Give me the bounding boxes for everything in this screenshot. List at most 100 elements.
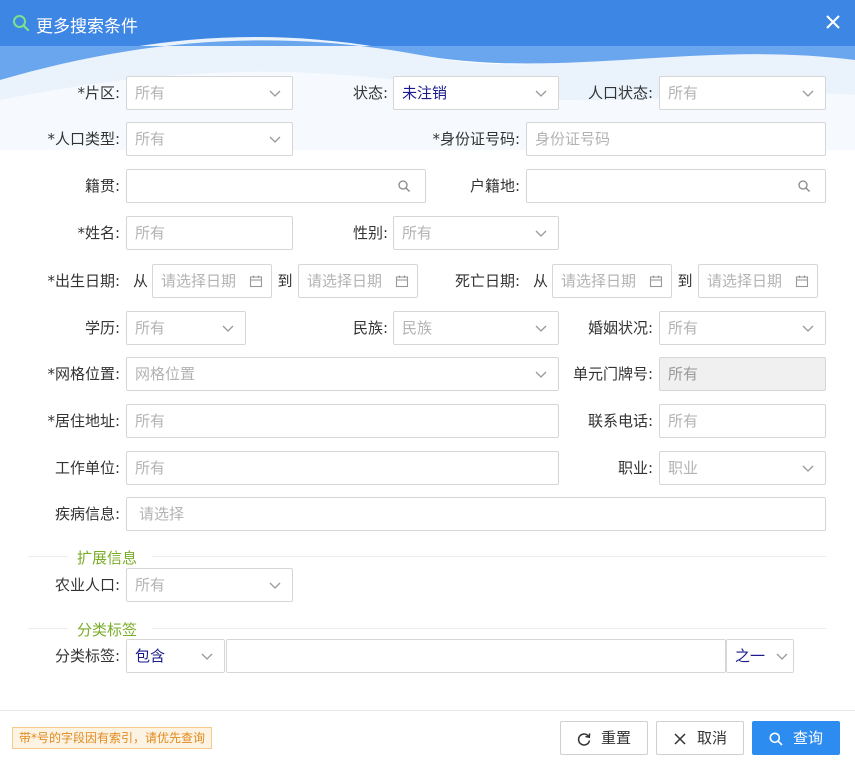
chevron-down-icon (269, 90, 281, 97)
section-divider (28, 628, 68, 629)
occupation-label: 职业: (617, 459, 653, 477)
calendar-icon (649, 275, 663, 288)
name-label: *姓名: (77, 224, 120, 242)
native-place-label: 籍贯: (84, 177, 120, 195)
occupation-placeholder: 职业 (668, 459, 699, 477)
chevron-down-icon (535, 371, 547, 378)
native-place-input[interactable] (126, 169, 426, 203)
search-button-label: 查询 (793, 729, 824, 747)
death-date-end-picker[interactable]: 请选择日期 (698, 264, 818, 298)
chevron-down-icon (535, 325, 547, 332)
search-icon[interactable] (397, 179, 411, 193)
window-title: 更多搜索条件 (36, 17, 138, 37)
calendar-icon (249, 275, 263, 288)
pop-type-select[interactable]: 所有 (126, 122, 293, 156)
name-input[interactable]: 所有 (126, 216, 293, 250)
occupation-select[interactable]: 职业 (659, 451, 826, 485)
chevron-down-icon (802, 465, 814, 472)
birth-from-label: 从 (132, 272, 148, 290)
birth-date-label: *出生日期: (47, 272, 120, 290)
tags-mode-value: 包含 (135, 647, 166, 665)
chevron-down-icon (535, 230, 547, 237)
marital-placeholder: 所有 (668, 319, 699, 337)
section-divider (152, 556, 826, 557)
unit-number-placeholder: 所有 (668, 365, 699, 383)
chevron-down-icon (269, 582, 281, 589)
tags-label: 分类标签: (54, 647, 120, 665)
tags-match-select[interactable]: 之一 (726, 639, 794, 673)
reset-button-label: 重置 (601, 729, 632, 747)
pop-status-label: 人口状态: (587, 84, 653, 102)
close-icon (674, 733, 686, 745)
calendar-icon (395, 275, 409, 288)
ethnicity-select[interactable]: 民族 (393, 311, 559, 345)
employer-label: 工作单位: (54, 459, 120, 477)
section-divider (152, 628, 826, 629)
search-icon (769, 732, 783, 746)
death-date-start-picker[interactable]: 请选择日期 (552, 264, 672, 298)
death-from-label: 从 (532, 272, 548, 290)
status-label: 状态: (352, 84, 388, 102)
birth-date-start-picker[interactable]: 请选择日期 (152, 264, 272, 298)
search-icon[interactable] (797, 179, 811, 193)
status-value: 未注销 (402, 84, 448, 102)
phone-input[interactable]: 所有 (659, 404, 826, 438)
phone-label: 联系电话: (587, 412, 653, 430)
chevron-down-icon (201, 653, 213, 660)
chevron-down-icon (802, 325, 814, 332)
cancel-button[interactable]: 取消 (656, 721, 744, 755)
tags-mode-select[interactable]: 包含 (126, 639, 225, 673)
education-label: 学历: (84, 319, 120, 337)
area-placeholder: 所有 (135, 84, 166, 102)
ethnicity-placeholder: 民族 (402, 319, 433, 337)
pop-type-label: *人口类型: (47, 130, 120, 148)
chevron-down-icon (802, 90, 814, 97)
employer-input[interactable]: 所有 (126, 451, 559, 485)
address-input[interactable]: 所有 (126, 404, 559, 438)
agri-select[interactable]: 所有 (126, 568, 293, 602)
tags-input[interactable] (226, 639, 726, 673)
search-icon (13, 15, 30, 32)
refresh-icon (577, 733, 591, 746)
employer-placeholder: 所有 (135, 459, 166, 477)
grid-select[interactable]: 网格位置 (126, 357, 559, 391)
calendar-icon (795, 275, 809, 288)
search-button[interactable]: 查询 (752, 721, 840, 755)
agri-label: 农业人口: (54, 576, 120, 594)
pop-type-placeholder: 所有 (135, 130, 166, 148)
id-number-input[interactable]: 身份证号码 (526, 122, 826, 156)
status-select[interactable]: 未注销 (393, 76, 559, 110)
phone-placeholder: 所有 (668, 412, 699, 430)
death-end-placeholder: 请选择日期 (707, 272, 783, 290)
birth-start-placeholder: 请选择日期 (161, 272, 237, 290)
death-start-placeholder: 请选择日期 (561, 272, 637, 290)
cancel-button-label: 取消 (697, 729, 728, 747)
birth-date-end-picker[interactable]: 请选择日期 (298, 264, 418, 298)
area-select[interactable]: 所有 (126, 76, 293, 110)
domicile-input[interactable] (526, 169, 826, 203)
close-icon[interactable] (824, 13, 842, 31)
reset-button[interactable]: 重置 (560, 721, 648, 755)
index-hint-badge: 带*号的字段因有索引，请优先查询 (12, 727, 213, 749)
gender-label: 性别: (352, 224, 388, 242)
footer-divider (0, 710, 855, 711)
tags-match-value: 之一 (735, 647, 766, 665)
birth-end-placeholder: 请选择日期 (307, 272, 383, 290)
marital-select[interactable]: 所有 (659, 311, 826, 345)
gender-placeholder: 所有 (402, 224, 433, 242)
marital-label: 婚姻状况: (587, 319, 653, 337)
birth-to-label: 到 (277, 272, 293, 290)
area-label: *片区: (77, 84, 120, 102)
disease-label: 疾病信息: (54, 505, 120, 523)
address-label: *居住地址: (47, 412, 120, 430)
tags-section-title: 分类标签 (77, 621, 138, 639)
gender-select[interactable]: 所有 (393, 216, 559, 250)
education-placeholder: 所有 (135, 319, 166, 337)
death-date-label: 死亡日期: (454, 272, 520, 290)
chevron-down-icon (269, 136, 281, 143)
disease-select[interactable]: 请选择 (126, 497, 826, 531)
pop-status-select[interactable]: 所有 (659, 76, 826, 110)
unit-number-input: 所有 (659, 357, 826, 391)
education-select[interactable]: 所有 (126, 311, 246, 345)
ethnicity-label: 民族: (352, 319, 388, 337)
